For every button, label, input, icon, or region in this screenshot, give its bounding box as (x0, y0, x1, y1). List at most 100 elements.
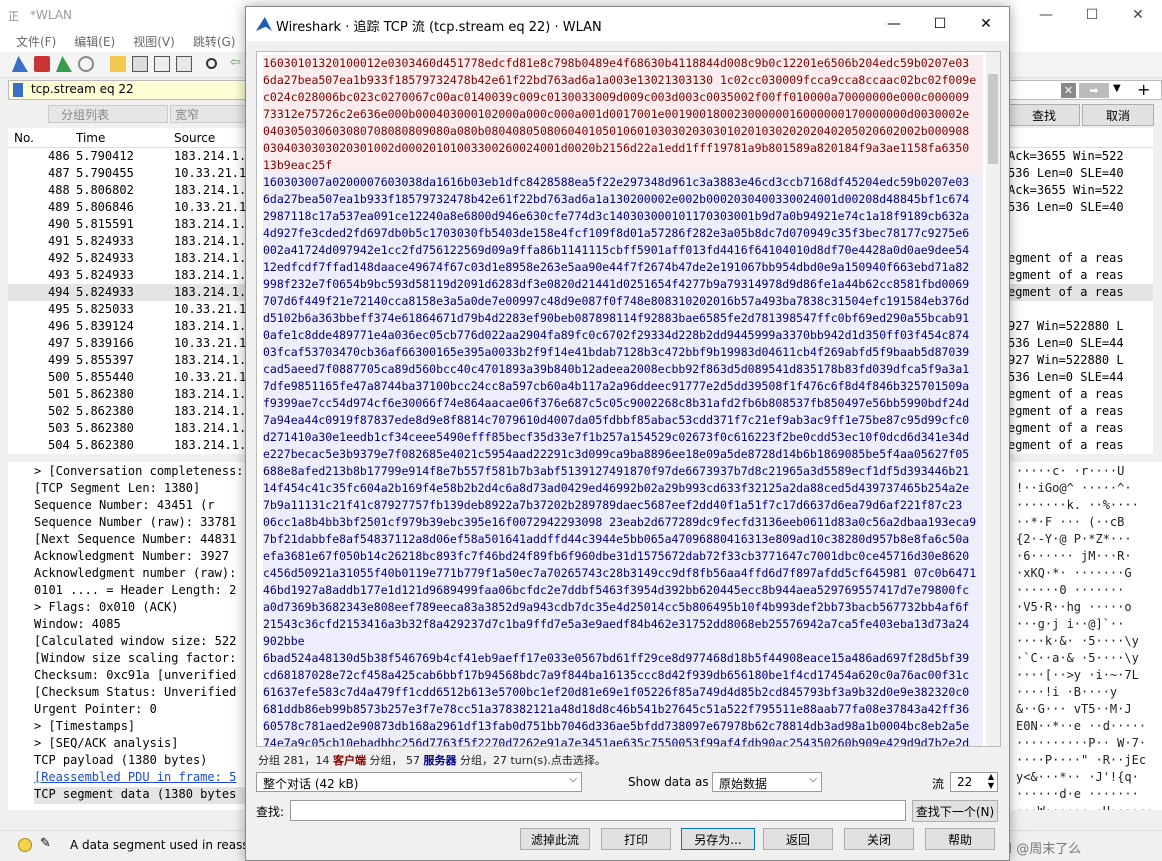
cancel-find-button[interactable]: 取消 (1082, 104, 1154, 126)
show-data-as-select[interactable]: 原始数据 ⌵ (712, 772, 822, 792)
detail-tree-item[interactable]: > [Timestamps] (34, 719, 135, 736)
add-filter-icon[interactable]: + (1137, 80, 1150, 99)
detail-tree-item[interactable]: [Calculated window size: 522 (34, 634, 236, 651)
capture-options-icon[interactable] (78, 56, 94, 72)
detail-tree-item[interactable]: Acknowledgment Number: 3927 (34, 549, 229, 566)
app-icon: 正 (8, 10, 19, 23)
menu-go[interactable]: 跳转(G) (193, 33, 236, 50)
filter-dropdown-icon[interactable]: ▼ (1113, 83, 1121, 94)
detail-tree-item[interactable]: [Next Sequence Number: 44831 (34, 532, 236, 549)
open-file-icon[interactable] (110, 56, 126, 72)
packet-info: egment of a reas (1008, 421, 1124, 435)
ascii-dump-line: ·6······ jM···R· (1016, 549, 1132, 563)
save-as-button[interactable]: 另存为... (681, 828, 755, 850)
packet-time: 5.862380 (76, 404, 134, 418)
maximize-icon[interactable]: ☐ (1069, 0, 1115, 30)
packet-time: 5.790412 (76, 149, 134, 163)
packet-source: 10.33.21.1 (174, 302, 247, 316)
search-icon[interactable] (206, 58, 217, 69)
close-file-icon[interactable] (154, 56, 170, 72)
detail-tree-item[interactable]: [Reassembled PDU in frame: 5 (34, 770, 236, 787)
packet-info: egment of a reas (1008, 251, 1124, 265)
spin-down-icon[interactable]: ▼ (988, 781, 994, 790)
expert-info-icon[interactable] (18, 838, 32, 852)
dialog-maximize-icon[interactable]: ☐ (917, 7, 963, 41)
server-stream-line: 6bad524a48130d5b38f546769b4cf41eb9aeff17… (263, 650, 983, 667)
save-file-icon[interactable] (132, 56, 148, 72)
spin-up-icon[interactable]: ▲ (988, 772, 994, 781)
detail-tree-item[interactable]: 0101 .... = Header Length: 2 (34, 583, 236, 600)
detail-tree-item[interactable]: TCP payload (1380 bytes) (34, 753, 207, 770)
detail-tree-item[interactable]: > Flags: 0x010 (ACK) (34, 600, 179, 617)
packet-time: 5.862380 (76, 421, 134, 435)
client-stream-line: 16030101320100012e0303460d451778edcfd81e… (263, 55, 983, 72)
back-button[interactable]: 返回 (763, 828, 833, 850)
detail-tree-item[interactable]: TCP segment data (1380 bytes (34, 787, 248, 804)
shark-fin-icon[interactable] (12, 56, 28, 72)
detail-tree-item[interactable]: Checksum: 0xc91a [unverified (34, 668, 236, 685)
col-time[interactable]: Time (76, 131, 105, 145)
col-source[interactable]: Source (174, 131, 215, 145)
menu-edit[interactable]: 编辑(E) (74, 33, 115, 50)
detail-tree-item[interactable]: Window: 4085 (34, 617, 121, 634)
edit-comment-icon[interactable]: ✎ (40, 836, 51, 851)
detail-tree-item[interactable]: > [Conversation completeness: (34, 464, 244, 481)
find-next-button[interactable]: 查找下一个(N) (912, 800, 998, 822)
detail-tree-item[interactable]: [Checksum Status: Unverified (34, 685, 236, 702)
dialog-close-icon[interactable]: ✕ (963, 7, 1009, 41)
detail-tree-item[interactable]: Acknowledgment number (raw): (34, 566, 236, 583)
arrow-left-icon[interactable]: ⇦ (230, 55, 246, 71)
minimize-icon[interactable]: — (1023, 0, 1069, 30)
find-button[interactable]: 查找 (1008, 104, 1080, 126)
server-stream-line: 12edfcdf7ffad148daace49674f67c03d1e8958e… (263, 259, 983, 276)
close-button[interactable]: 关闭 (844, 828, 914, 850)
ascii-dump-line: ······0 ······· (1016, 583, 1125, 597)
show-data-as-label: Show data as (628, 775, 709, 789)
ascii-dump-line: ··········P·· W·7· (1016, 736, 1147, 750)
reload-icon[interactable] (176, 56, 192, 72)
stream-scrollbar[interactable] (986, 52, 1000, 746)
packet-no: 496 (48, 319, 70, 333)
server-label: 服务器 (423, 754, 457, 767)
server-stream-line: cd68187028e72cf458a425cab6bbf17b94568bdc… (263, 667, 983, 684)
filter-out-stream-button[interactable]: 滤掉此流 (520, 828, 590, 850)
packet-info: 536 Len=0 SLE=44 (1008, 370, 1124, 384)
server-stream-line: e227becac5e3b9379e7f082685e4021c5954aad2… (263, 446, 983, 463)
narrow-wide-select[interactable]: 宽窄 (170, 105, 248, 123)
stream-number-label: 流 (932, 777, 945, 791)
detail-tree-item[interactable]: > [SEQ/ACK analysis] (34, 736, 179, 753)
group-list-select[interactable]: 分组列表 (48, 105, 168, 123)
packet-time: 5.825033 (76, 302, 134, 316)
packet-info: 536 Len=0 SLE=40 (1008, 166, 1124, 180)
packet-source: 10.33.21.1 (174, 336, 247, 350)
stream-content-area[interactable]: 16030101320100012e0303460d451778edcfd81e… (256, 51, 1001, 747)
packet-time: 5.862380 (76, 438, 134, 452)
detail-tree-item[interactable]: Urgent Pointer: 0 (34, 702, 157, 719)
print-button[interactable]: 打印 (601, 828, 671, 850)
summary-mid: 分组， (369, 754, 403, 767)
packet-no: 489 (48, 200, 70, 214)
menu-view[interactable]: 视图(V) (133, 33, 175, 50)
restart-capture-icon[interactable] (56, 56, 72, 72)
close-icon[interactable]: ✕ (1115, 0, 1161, 30)
server-stream-line: a0d7369b3682343e808eef789eeca83a3852d9a9… (263, 599, 983, 616)
detail-tree-item[interactable]: Sequence Number (raw): 33781 (34, 515, 236, 532)
packet-info: egment of a reas (1008, 285, 1124, 299)
menu-file[interactable]: 文件(F) (16, 33, 56, 50)
detail-tree-item[interactable]: [TCP Segment Len: 1380] (34, 481, 200, 498)
conversation-select[interactable]: 整个对话 (42 kB) ⌵ (256, 772, 582, 792)
packet-info: egment of a reas (1008, 404, 1124, 418)
apply-filter-icon[interactable]: ➡ (1079, 83, 1109, 98)
scrollbar-thumb[interactable] (988, 74, 998, 164)
detail-tree-item[interactable]: Sequence Number: 43451 (r (34, 498, 215, 515)
detail-tree-item[interactable]: [Window size scaling factor: (34, 651, 236, 668)
help-button[interactable]: 帮助 (925, 828, 995, 850)
stream-number-spinner[interactable]: 22 ▲ ▼ (950, 772, 998, 792)
bookmark-icon[interactable] (13, 83, 23, 97)
summary-prefix: 分组 281， (258, 754, 316, 767)
stop-capture-icon[interactable] (34, 56, 50, 72)
find-input[interactable] (290, 800, 906, 821)
clear-filter-icon[interactable]: ✕ (1061, 83, 1076, 98)
dialog-minimize-icon[interactable]: — (871, 7, 917, 41)
col-no[interactable]: No. (14, 131, 34, 145)
